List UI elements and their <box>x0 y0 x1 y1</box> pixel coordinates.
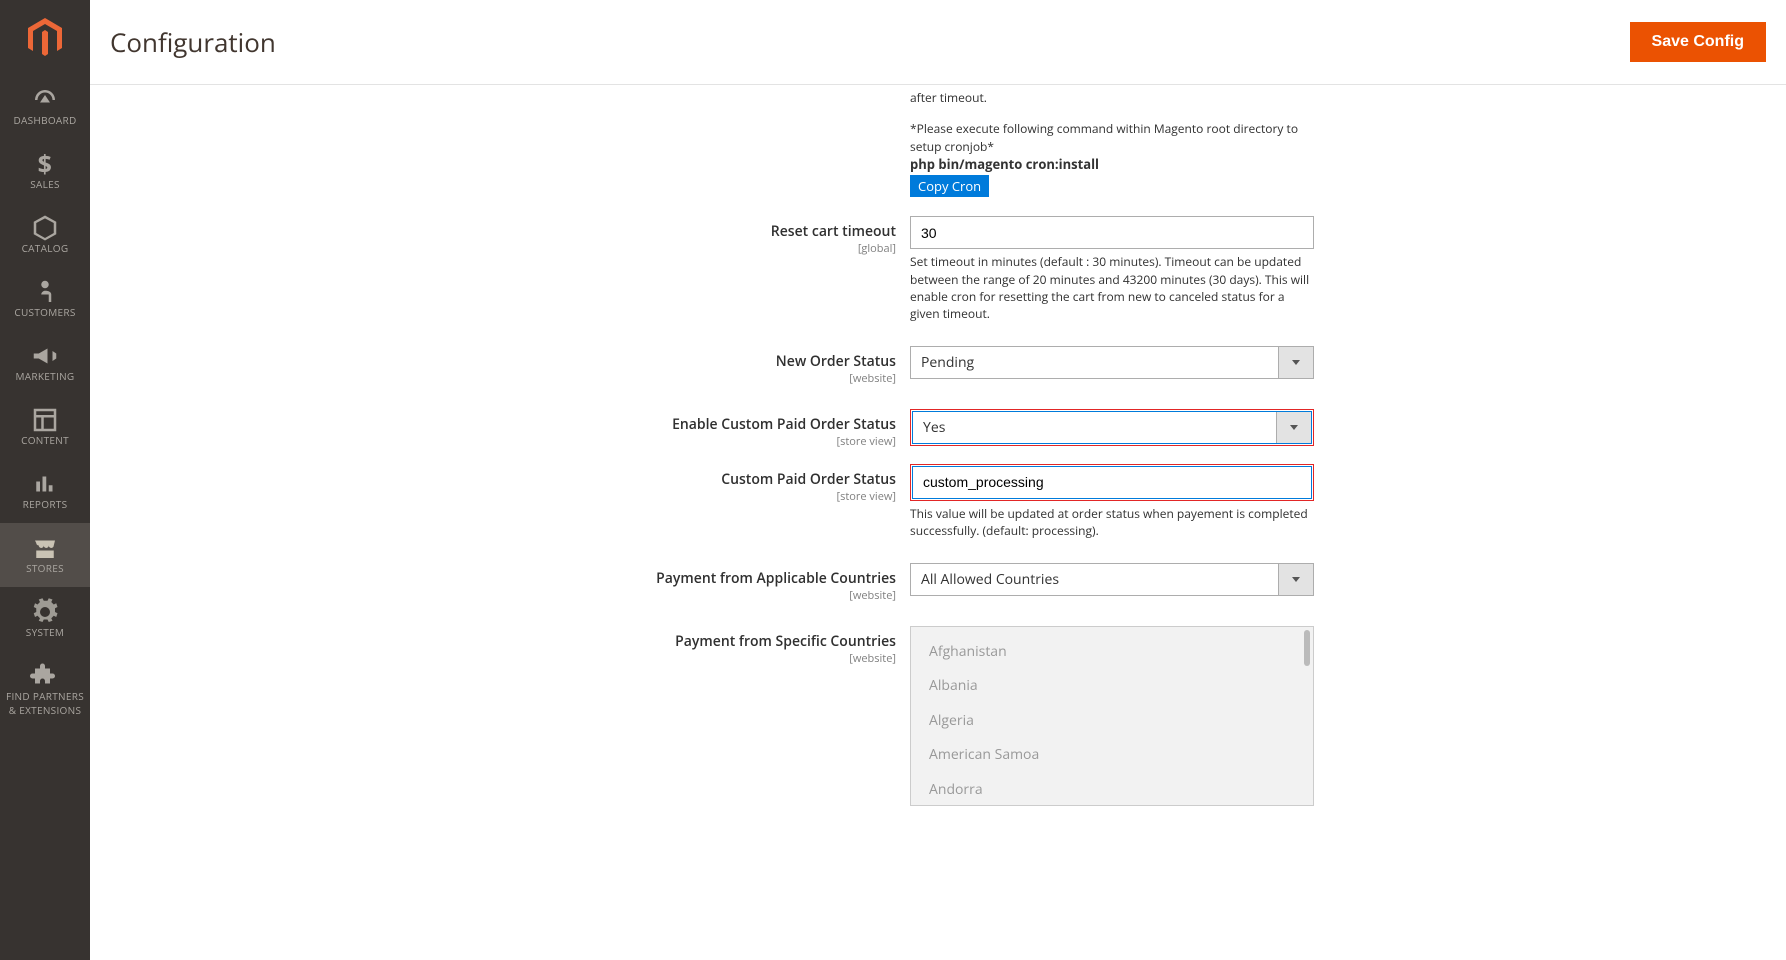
timeout-tail-text: after timeout. <box>910 85 1314 106</box>
field-label: Enable Custom Paid Order Status <box>90 415 896 434</box>
megaphone-icon <box>30 341 60 363</box>
field-scope: [store view] <box>90 434 896 449</box>
sidebar-item-sales[interactable]: $ SALES <box>0 139 90 203</box>
sidebar-item-catalog[interactable]: CATALOG <box>0 203 90 267</box>
enable-custom-paid-select[interactable]: Yes <box>912 411 1312 444</box>
custom-paid-status-input[interactable] <box>912 466 1312 499</box>
save-config-button[interactable]: Save Config <box>1630 22 1766 62</box>
puzzle-icon <box>30 661 60 683</box>
country-option[interactable]: Andorra <box>911 773 1313 806</box>
sidebar-item-label: CONTENT <box>2 433 88 447</box>
sidebar-item-label: DASHBOARD <box>2 113 88 127</box>
field-row-custom-paid: Custom Paid Order Status [store view] Th… <box>90 459 1786 558</box>
new-order-status-select[interactable]: Pending <box>910 346 1314 379</box>
sidebar-item-label: FIND PARTNERS & EXTENSIONS <box>2 689 88 717</box>
field-label: Custom Paid Order Status <box>90 470 896 489</box>
sidebar-item-system[interactable]: SYSTEM <box>0 587 90 651</box>
copy-cron-button[interactable]: Copy Cron <box>910 175 989 197</box>
cron-note: *Please execute following command within… <box>910 116 1314 155</box>
field-help: This value will be updated at order stat… <box>910 501 1314 540</box>
chart-icon <box>30 469 60 491</box>
sidebar-item-reports[interactable]: REPORTS <box>0 459 90 523</box>
sidebar-item-label: REPORTS <box>2 497 88 511</box>
field-label: Payment from Specific Countries <box>90 632 896 651</box>
country-option[interactable]: Algeria <box>911 704 1313 739</box>
cron-command-text: php bin/magento cron:install <box>910 155 1314 173</box>
gear-icon <box>30 597 60 619</box>
scrollbar-thumb[interactable] <box>1304 630 1310 666</box>
page-title: Configuration <box>110 24 276 60</box>
highlighted-wrapper <box>910 464 1314 501</box>
box-icon <box>30 213 60 235</box>
field-row-specific-countries: Payment from Specific Countries [website… <box>90 621 1786 824</box>
chevron-down-icon <box>1278 564 1313 595</box>
chevron-down-icon <box>1278 347 1313 378</box>
field-scope: [website] <box>90 651 896 666</box>
sidebar-item-customers[interactable]: CUSTOMERS <box>0 267 90 331</box>
sidebar-item-partners[interactable]: FIND PARTNERS & EXTENSIONS <box>0 651 90 729</box>
svg-text:$: $ <box>38 149 53 179</box>
country-option[interactable]: American Samoa <box>911 738 1313 773</box>
field-row-reset-cart: Reset cart timeout [global] Set timeout … <box>90 211 1786 341</box>
main-content: Configuration Save Config after timeout.… <box>90 0 1786 960</box>
sidebar-item-label: MARKETING <box>2 369 88 383</box>
applicable-countries-select[interactable]: All Allowed Countries <box>910 563 1314 596</box>
chevron-down-icon <box>1276 412 1311 443</box>
field-row-applicable-countries: Payment from Applicable Countries [websi… <box>90 558 1786 621</box>
sidebar-item-label: STORES <box>2 561 88 575</box>
admin-sidebar: DASHBOARD $ SALES CATALOG CUSTOMERS MARK… <box>0 0 90 960</box>
reset-cart-timeout-input[interactable] <box>910 216 1314 249</box>
highlighted-wrapper: Yes <box>910 409 1314 446</box>
field-row-new-order: New Order Status [website] Pending <box>90 341 1786 404</box>
field-scope: [website] <box>90 588 896 603</box>
sidebar-item-marketing[interactable]: MARKETING <box>0 331 90 395</box>
sidebar-item-label: CUSTOMERS <box>2 305 88 319</box>
field-scope: [store view] <box>90 489 896 504</box>
config-form: after timeout. *Please execute following… <box>90 85 1786 960</box>
country-option[interactable]: Afghanistan <box>911 635 1313 670</box>
select-value: Pending <box>911 347 1278 378</box>
top-info-block: after timeout. *Please execute following… <box>90 85 1786 211</box>
dollar-icon: $ <box>30 149 60 171</box>
field-scope: [global] <box>90 241 896 256</box>
field-label: Payment from Applicable Countries <box>90 569 896 588</box>
sidebar-item-dashboard[interactable]: DASHBOARD <box>0 75 90 139</box>
store-icon <box>30 533 60 555</box>
magento-logo-icon <box>28 18 62 58</box>
field-row-enable-custom: Enable Custom Paid Order Status [store v… <box>90 404 1786 459</box>
sidebar-item-label: SYSTEM <box>2 625 88 639</box>
select-value: Yes <box>913 412 1276 443</box>
sidebar-item-label: SALES <box>2 177 88 191</box>
page-header: Configuration Save Config <box>90 0 1786 85</box>
field-label: Reset cart timeout <box>90 222 896 241</box>
select-value: All Allowed Countries <box>911 564 1278 595</box>
sidebar-item-stores[interactable]: STORES <box>0 523 90 587</box>
country-option[interactable]: Albania <box>911 669 1313 704</box>
specific-countries-multiselect[interactable]: Afghanistan Albania Algeria American Sam… <box>910 626 1314 806</box>
person-icon <box>30 277 60 299</box>
sidebar-item-content[interactable]: CONTENT <box>0 395 90 459</box>
dashboard-icon <box>30 85 60 107</box>
field-scope: [website] <box>90 371 896 386</box>
sidebar-item-label: CATALOG <box>2 241 88 255</box>
magento-logo[interactable] <box>0 0 90 75</box>
field-label: New Order Status <box>90 352 896 371</box>
field-help: Set timeout in minutes (default : 30 min… <box>910 249 1314 323</box>
layout-icon <box>30 405 60 427</box>
